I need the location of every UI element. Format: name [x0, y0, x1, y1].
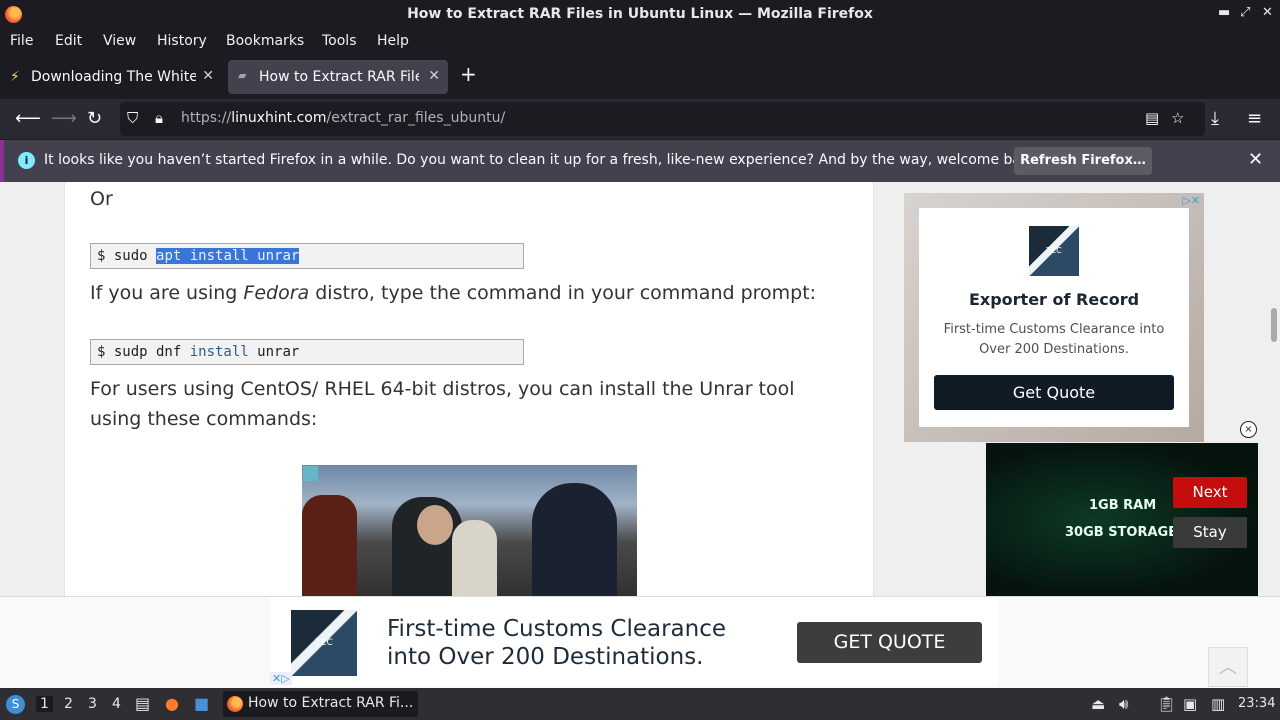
- or-text: Or: [90, 188, 113, 210]
- workspace-4[interactable]: 4: [112, 696, 121, 712]
- video-next-button[interactable]: Next: [1173, 477, 1247, 508]
- forward-icon[interactable]: ⟶: [51, 108, 77, 129]
- workspace-2[interactable]: 2: [64, 696, 73, 712]
- sidebar-advertisement[interactable]: ▷✕ TEC Exporter of Record First-time Cus…: [904, 193, 1204, 442]
- ad-subtext: First-time Customs Clearance into Over 2…: [943, 322, 1165, 357]
- menu-bookmarks[interactable]: Bookmarks: [226, 33, 304, 49]
- hamburger-menu-icon[interactable]: ≡: [1247, 108, 1262, 129]
- scroll-to-top-button[interactable]: ︿: [1208, 647, 1248, 687]
- tab-label: Downloading The White H: [31, 69, 196, 85]
- close-window-icon[interactable]: ✕: [1262, 5, 1273, 20]
- banner-ad[interactable]: TEC First-time Customs Clearance into Ov…: [270, 597, 998, 687]
- tab-extract-rar[interactable]: ▰ How to Extract RAR Files ✕: [228, 60, 448, 94]
- video-advertisement[interactable]: 1GB RAM 30GB STORAGE Next Stay: [986, 443, 1258, 596]
- notification-tray-icon[interactable]: ▥: [1211, 695, 1225, 713]
- video-stay-button[interactable]: Stay: [1173, 517, 1247, 548]
- close-notification-icon[interactable]: ✕: [1248, 149, 1263, 170]
- page-scrollbar[interactable]: [1268, 182, 1280, 596]
- downloads-icon[interactable]: ⤓: [1211, 108, 1219, 129]
- window-titlebar: How to Extract RAR Files in Ubuntu Linux…: [0, 0, 1280, 29]
- file-manager-icon[interactable]: ▤: [135, 694, 150, 713]
- network-icon[interactable]: ▣: [1183, 695, 1197, 713]
- close-ad-icon[interactable]: ×: [1240, 421, 1257, 438]
- fedora-paragraph: If you are using Fedora distro, type the…: [90, 282, 817, 304]
- ad-indicator-icon[interactable]: [303, 466, 318, 481]
- minimize-icon[interactable]: ▬: [1218, 5, 1230, 20]
- reader-view-icon[interactable]: ▤: [1145, 109, 1159, 127]
- linuxhint-favicon-icon: ▰: [238, 69, 247, 82]
- firefox-icon: [227, 696, 243, 712]
- banner-ad-text: First-time Customs Clearance into Over 2…: [387, 616, 727, 670]
- menu-view[interactable]: View: [103, 33, 136, 49]
- get-quote-button[interactable]: Get Quote: [934, 375, 1174, 410]
- banner-get-quote-button[interactable]: GET QUOTE: [797, 622, 982, 663]
- bottom-banner-advertisement: TEC First-time Customs Clearance into Ov…: [0, 596, 1280, 688]
- close-tab-icon[interactable]: ✕: [428, 68, 440, 84]
- article-image: [302, 465, 637, 605]
- adchoices-icon[interactable]: ✕▷: [270, 672, 292, 685]
- page-content: Or $ sudo apt install unrar If you are u…: [0, 182, 1280, 688]
- shield-icon[interactable]: ⛉: [127, 109, 138, 127]
- menu-help[interactable]: Help: [377, 33, 409, 49]
- notification-message: It looks like you haven’t started Firefo…: [44, 152, 1043, 168]
- selected-text[interactable]: apt install unrar: [156, 248, 300, 264]
- url-text[interactable]: https://linuxhint.com/extract_rar_files_…: [181, 110, 505, 126]
- menu-tools[interactable]: Tools: [322, 33, 357, 49]
- scrollbar-thumb[interactable]: [1271, 308, 1277, 342]
- ad-heading: Exporter of Record: [968, 290, 1140, 309]
- url-bar[interactable]: ⛉ 🔒︎ https://linuxhint.com/extract_rar_f…: [120, 102, 1205, 136]
- tab-strip: ⚡ Downloading The White H ✕ ▰ How to Ext…: [0, 54, 1280, 99]
- navigation-bar: ⟵ ⟶ ↻ ⛉ 🔒︎ https://linuxhint.com/extract…: [0, 99, 1280, 139]
- back-icon[interactable]: ⟵: [15, 108, 41, 129]
- centos-paragraph: For users using CentOS/ RHEL 64-bit dist…: [90, 378, 795, 430]
- task-label: How to Extract RAR Fi...: [248, 695, 414, 711]
- reload-icon[interactable]: ↻: [87, 108, 102, 129]
- menu-history[interactable]: History: [157, 33, 207, 49]
- menu-edit[interactable]: Edit: [55, 33, 82, 49]
- workspace-3[interactable]: 3: [88, 696, 97, 712]
- lightning-icon: ⚡: [10, 69, 20, 85]
- ad-card[interactable]: TEC Exporter of Record First-time Custom…: [919, 208, 1189, 427]
- lock-icon[interactable]: 🔒︎: [155, 109, 163, 127]
- code-block-dnf[interactable]: $ sudp dnf install unrar: [90, 339, 524, 365]
- maximize-icon[interactable]: ⤢: [1240, 5, 1250, 20]
- menu-file[interactable]: File: [10, 33, 33, 49]
- taskbar-firefox-window[interactable]: How to Extract RAR Fi...: [223, 691, 418, 717]
- tab-label: How to Extract RAR Files: [259, 69, 419, 85]
- bookmark-star-icon[interactable]: ☆: [1171, 109, 1184, 127]
- window-title: How to Extract RAR Files in Ubuntu Linux…: [407, 6, 873, 22]
- clipboard-icon[interactable]: 📋︎: [1157, 695, 1176, 713]
- terminal-icon[interactable]: ■: [194, 694, 209, 713]
- volume-icon[interactable]: 🔊︎: [1119, 695, 1128, 713]
- tec-logo: TEC: [1029, 226, 1079, 276]
- tab-downloading[interactable]: ⚡ Downloading The White H ✕: [0, 60, 222, 94]
- start-menu-icon[interactable]: S: [6, 695, 25, 714]
- clock: 23:34: [1238, 696, 1276, 711]
- refresh-notification-bar: i It looks like you haven’t started Fire…: [0, 139, 1280, 182]
- video-ad-text-storage: 30GB STORAGE: [1065, 525, 1178, 540]
- code-block-apt[interactable]: $ sudo apt install unrar: [90, 243, 524, 269]
- tray-update-icon[interactable]: ⏏: [1091, 695, 1105, 713]
- menu-bar: File Edit View History Bookmarks Tools H…: [0, 29, 1280, 54]
- system-taskbar: S 1 2 3 4 ▤ ● ■ How to Extract RAR Fi...…: [0, 688, 1280, 720]
- refresh-firefox-button[interactable]: Refresh Firefox…: [1014, 147, 1152, 175]
- tec-logo: TEC: [291, 610, 357, 676]
- workspace-1[interactable]: 1: [36, 696, 53, 712]
- adchoices-icon[interactable]: ▷✕: [1182, 194, 1200, 207]
- video-ad-text-ram: 1GB RAM: [1089, 498, 1157, 513]
- close-tab-icon[interactable]: ✕: [202, 68, 214, 84]
- new-tab-button[interactable]: +: [460, 62, 477, 86]
- info-icon: i: [18, 152, 35, 169]
- firefox-launcher-icon[interactable]: ●: [165, 694, 179, 713]
